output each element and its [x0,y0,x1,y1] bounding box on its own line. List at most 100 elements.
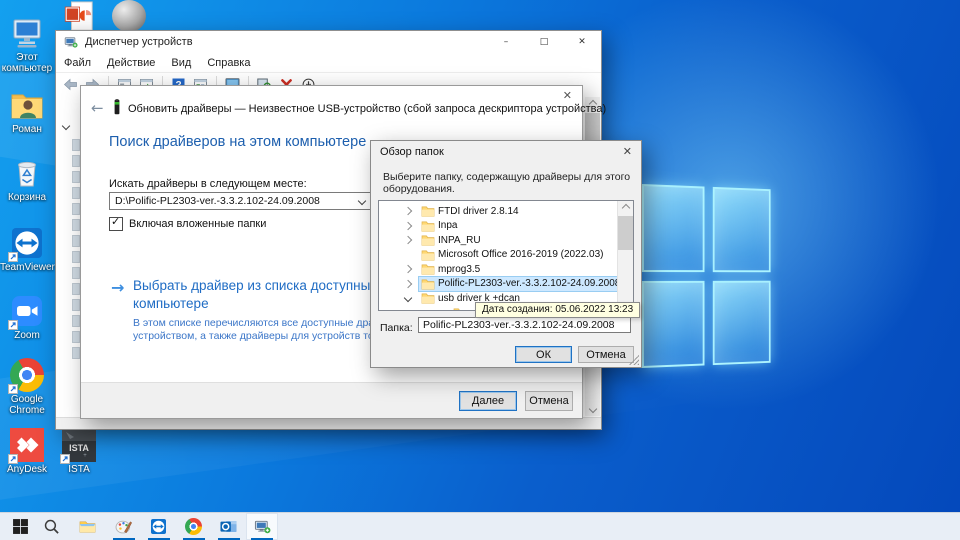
close-button[interactable]: ✕ [563,31,601,53]
folder-icon [421,263,435,275]
collapsed-expander-icon[interactable] [403,235,413,245]
folder-field-value[interactable]: Polific-PL2303-ver.-3.3.2.102-24.09.2008 [418,317,631,333]
desktop-icon-chrome[interactable]: Google Chrome [0,358,54,416]
close-icon[interactable]: ✕ [563,89,572,102]
menu-bar: Файл Действие Вид Справка [56,53,601,72]
folder-row-content[interactable]: mprog3.5 [419,262,483,276]
desktop-icon-anydesk[interactable]: AnyDesk [0,428,54,475]
start-icon [12,518,29,535]
tree-item-sliver [72,139,80,151]
folder-row[interactable]: FTDI driver 2.8.14 [379,204,617,218]
zoom-icon [8,294,44,330]
taskbar-button-device-manager[interactable] [246,513,278,540]
taskbar-button-outlook[interactable] [211,513,246,540]
scroll-up-icon[interactable] [618,201,633,215]
pick-from-list-link[interactable]: компьютере [133,296,209,311]
paint-icon [115,518,132,535]
scroll-thumb[interactable] [618,216,633,250]
tree-item-sliver [72,187,80,199]
folder-row-content[interactable]: INPA_RU [419,233,484,247]
folder-row-content[interactable] [451,306,473,310]
folder-icon [421,220,435,232]
folder-row[interactable]: Inpa [379,219,617,233]
ok-button[interactable]: ОК [515,346,572,363]
collapsed-expander-icon[interactable] [403,221,413,230]
folder-row[interactable]: INPA_RU [379,233,617,247]
search-location-label: Искать драйверы в следующем месте: [109,178,307,190]
cancel-button[interactable]: Отмена [578,346,634,363]
menu-item-действие[interactable]: Действие [99,55,163,71]
recycle-bin-icon [10,156,44,190]
folder-name: INPA_RU [438,234,481,246]
tree-item-sliver [72,235,80,247]
shortcut-arrow-icon [60,454,70,464]
desktop-icon-user-folder[interactable]: Роман [0,88,54,135]
taskbar-button-explorer[interactable] [68,513,106,540]
back-arrow-icon[interactable] [62,77,79,92]
desktop-icon-label: Корзина [7,192,47,203]
folder-row[interactable]: Microsoft Office 2016-2019 (2022.03) [379,248,617,262]
collapsed-expander-icon[interactable] [403,279,413,288]
desktop-icon-ista[interactable]: ISTA + ISTA [52,428,106,475]
title-bar[interactable]: Диспетчер устройств – □ ✕ [56,31,601,53]
taskbar-button-start[interactable] [6,513,34,540]
resize-grip[interactable] [629,355,639,365]
tree-item-sliver [72,203,80,215]
folder-icon [453,307,467,310]
folder-name: mprog3.5 [438,263,481,275]
folder-row-content[interactable]: FTDI driver 2.8.14 [419,204,522,218]
desktop-icon-zoom[interactable]: Zoom [0,294,54,341]
scroll-down-icon[interactable] [585,402,600,416]
menu-item-вид[interactable]: Вид [163,55,199,71]
folder-row-content[interactable]: Inpa [419,219,460,233]
taskbar-button-teamviewer[interactable] [141,513,176,540]
taskbar: РУС 18:33 05.06.2022 [0,512,960,540]
folder-row[interactable]: mprog3.5 [379,262,617,276]
teamviewer-icon [150,518,167,535]
sphere-icon[interactable] [112,0,146,32]
folder-row[interactable]: Polific-PL2303-ver.-3.3.2.102-24.09.2008 [379,275,625,292]
desktop-icon-recycle-bin[interactable]: Корзина [0,156,54,203]
taskbar-items [6,513,278,540]
shortcut-arrow-icon [8,252,18,262]
folder-icon [421,249,435,261]
folder-row-selected[interactable]: Polific-PL2303-ver.-3.3.2.102-24.09.2008 [417,275,625,292]
tree-item-sliver [72,251,80,263]
folder-tree[interactable]: FTDI driver 2.8.14 Inpa INPA_RU Microsoft O… [378,200,634,311]
back-arrow-icon[interactable]: ← [91,99,104,117]
folder-name: Polific-PL2303-ver.-3.3.2.102-24.09.2008 [438,278,621,289]
include-subfolders-row[interactable]: ✓ Включая вложенные папки [109,215,266,231]
folder-field-label: Папка: [380,322,413,334]
include-subfolders-checkbox[interactable]: ✓ [109,215,123,231]
scrollbar[interactable] [617,201,633,310]
svg-text:+: + [83,453,87,459]
desktop-icon-this-pc[interactable]: Этот компьютер [0,16,54,74]
cancel-button[interactable]: Отмена [525,391,573,411]
driver-path-value: D:\Polific-PL2303-ver.-3.3.2.102-24.09.2… [115,195,320,207]
next-button[interactable]: Далее [459,391,517,411]
taskbar-button-paint[interactable] [106,513,141,540]
explorer-icon [79,518,96,535]
taskbar-button-chrome[interactable] [176,513,211,540]
chevron-down-icon[interactable] [357,196,367,206]
folder-row-content[interactable]: Microsoft Office 2016-2019 (2022.03) [419,248,606,262]
shortcut-arrow-icon [8,320,18,330]
minimize-button[interactable]: – [487,31,525,53]
tree-root-expander-icon[interactable] [61,121,71,131]
taskbar-button-search[interactable] [34,513,68,540]
device-manager-icon [254,518,271,535]
check-icon: ✓ [111,215,121,228]
dialog-title: Обзор папок [380,146,444,158]
maximize-button[interactable]: □ [525,31,563,53]
folder-icon [421,234,435,246]
driver-path-combobox[interactable]: D:\Polific-PL2303-ver.-3.3.2.102-24.09.2… [109,192,371,210]
menu-item-файл[interactable]: Файл [56,55,99,71]
menu-item-справка[interactable]: Справка [199,55,258,71]
desktop-icon-teamviewer[interactable]: TeamViewer [0,226,55,273]
collapsed-expander-icon[interactable] [403,206,413,216]
close-icon[interactable]: ✕ [623,145,632,158]
desktop-icon-label: Zoom [14,330,40,341]
ppt-file-icon[interactable] [62,1,96,33]
expanded-expander-icon[interactable] [403,293,413,303]
collapsed-expander-icon[interactable] [403,264,413,274]
